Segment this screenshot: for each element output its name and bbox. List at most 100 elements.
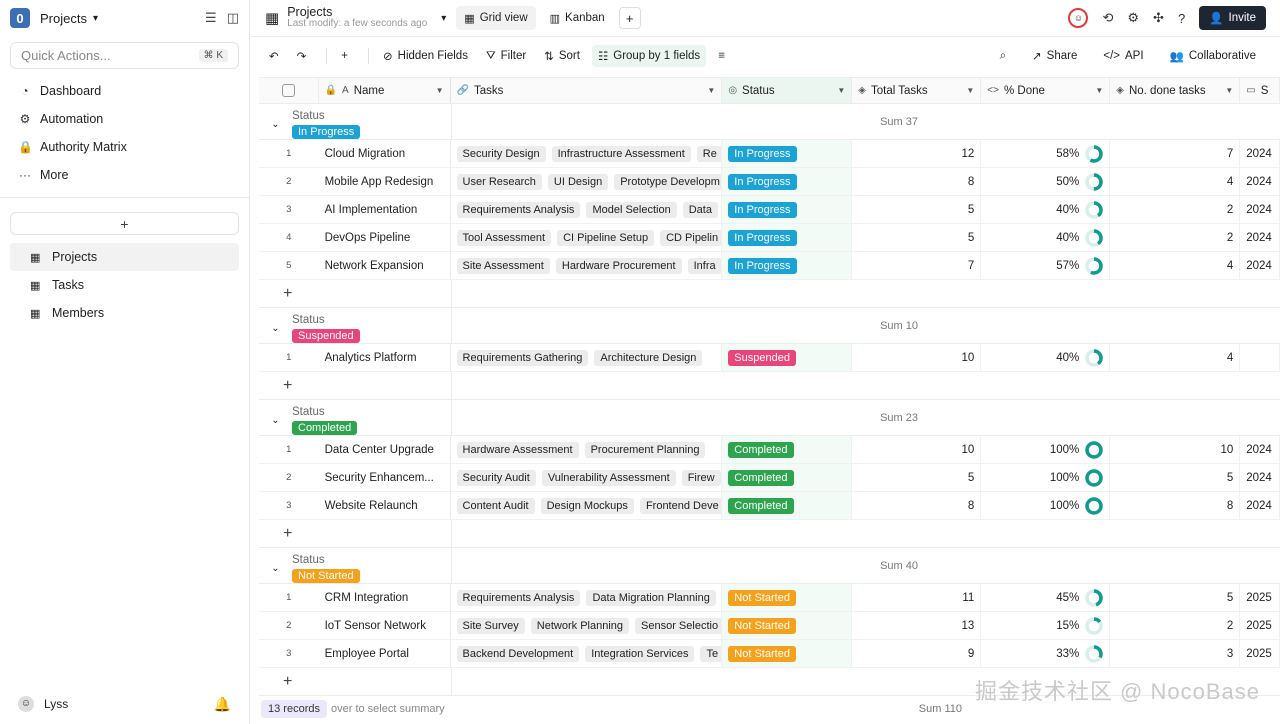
- column-header-date[interactable]: ▭ S: [1240, 78, 1280, 103]
- add-row-button[interactable]: +: [259, 668, 452, 695]
- done-tasks-cell[interactable]: 4: [1110, 252, 1241, 279]
- summary-hint[interactable]: over to select summary: [331, 703, 445, 715]
- search-icon[interactable]: ⌕: [994, 46, 1012, 67]
- date-cell[interactable]: 2024: [1240, 436, 1280, 463]
- tab-kanban[interactable]: ▥ Kanban: [542, 6, 613, 30]
- total-tasks-cell[interactable]: 8: [852, 492, 982, 519]
- column-header-total-tasks[interactable]: ◈ Total Tasks ▼: [852, 78, 982, 103]
- group-header[interactable]: ⌄ Status Completed Sum 23: [259, 400, 1280, 436]
- task-chip[interactable]: Vulnerability Assessment: [541, 469, 676, 486]
- total-tasks-cell[interactable]: 10: [852, 436, 982, 463]
- app-logo[interactable]: 0: [10, 8, 30, 28]
- done-tasks-cell[interactable]: 8: [1110, 492, 1241, 519]
- gear-icon[interactable]: ⚙: [1127, 10, 1139, 26]
- group-header[interactable]: ⌄ Status Suspended Sum 10: [259, 308, 1280, 344]
- column-header-done-tasks[interactable]: ◈ No. done tasks ▼: [1110, 78, 1241, 103]
- done-tasks-cell[interactable]: 2: [1110, 196, 1241, 223]
- filter-button[interactable]: ⛛ Filter: [480, 46, 532, 67]
- date-cell[interactable]: 2024: [1240, 140, 1280, 167]
- group-header[interactable]: ⌄ Status In Progress Sum 37: [259, 104, 1280, 140]
- undo-icon[interactable]: ↶: [263, 45, 285, 67]
- pct-done-cell[interactable]: 100%: [981, 492, 1111, 519]
- task-chip[interactable]: Frontend Deve: [639, 497, 722, 514]
- status-cell[interactable]: Completed: [722, 436, 853, 463]
- done-tasks-cell[interactable]: 7: [1110, 140, 1241, 167]
- task-chip[interactable]: Content Audit: [456, 497, 535, 514]
- tasks-cell[interactable]: Security Audit Vulnerability Assessment Fi…: [451, 464, 723, 491]
- status-cell[interactable]: In Progress: [722, 252, 853, 279]
- tab-grid-view[interactable]: ▦ Grid view: [456, 6, 536, 30]
- total-tasks-cell[interactable]: 13: [852, 612, 982, 639]
- name-cell[interactable]: Analytics Platform: [319, 344, 451, 371]
- sidebar-item-tasks[interactable]: ▦ Tasks: [10, 271, 239, 299]
- pct-done-cell[interactable]: 100%: [981, 464, 1111, 491]
- select-all-checkbox[interactable]: [259, 78, 319, 103]
- task-chip[interactable]: Data: [682, 201, 718, 218]
- date-cell[interactable]: 2025: [1240, 584, 1280, 611]
- table-row[interactable]: 1 Data Center Upgrade Hardware Assessment P…: [259, 436, 1280, 464]
- pct-done-cell[interactable]: 40%: [981, 224, 1111, 251]
- group-header[interactable]: ⌄ Status Not Started Sum 40: [259, 548, 1280, 584]
- done-tasks-cell[interactable]: 2: [1110, 612, 1241, 639]
- avatar[interactable]: ☺: [18, 696, 34, 712]
- pct-done-cell[interactable]: 40%: [981, 344, 1111, 371]
- date-cell[interactable]: 2024: [1240, 196, 1280, 223]
- status-cell[interactable]: In Progress: [722, 168, 853, 195]
- add-row-button[interactable]: +: [259, 372, 452, 399]
- collaborative-button[interactable]: 👥 Collaborative: [1164, 45, 1262, 67]
- quick-actions-input[interactable]: Quick Actions... ⌘ K: [10, 42, 239, 69]
- tasks-cell[interactable]: Requirements Analysis Model Selection Data: [451, 196, 723, 223]
- status-cell[interactable]: Not Started: [722, 612, 853, 639]
- total-tasks-cell[interactable]: 9: [852, 640, 982, 667]
- share-button[interactable]: ↗ Share: [1026, 45, 1083, 67]
- table-row[interactable]: 1 CRM Integration Requirements Analysis Dat…: [259, 584, 1280, 612]
- task-chip[interactable]: Integration Services: [585, 645, 695, 662]
- pct-done-cell[interactable]: 33%: [981, 640, 1111, 667]
- help-icon[interactable]: ?: [1178, 11, 1185, 26]
- name-cell[interactable]: Cloud Migration: [319, 140, 451, 167]
- task-chip[interactable]: Tool Assessment: [456, 229, 552, 246]
- table-row[interactable]: 2 IoT Sensor Network Site Survey Network Pl…: [259, 612, 1280, 640]
- total-tasks-cell[interactable]: 5: [852, 224, 982, 251]
- chevron-down-icon[interactable]: ▼: [436, 86, 444, 95]
- total-tasks-cell[interactable]: 11: [852, 584, 982, 611]
- chevron-down-icon[interactable]: ⌄: [259, 406, 292, 435]
- date-cell[interactable]: 2025: [1240, 612, 1280, 639]
- pct-done-cell[interactable]: 45%: [981, 584, 1111, 611]
- status-cell[interactable]: In Progress: [722, 196, 853, 223]
- date-cell[interactable]: 2025: [1240, 640, 1280, 667]
- task-chip[interactable]: UI Design: [547, 173, 609, 190]
- task-chip[interactable]: CD Pipelin: [660, 229, 722, 246]
- date-cell[interactable]: 2024: [1240, 224, 1280, 251]
- task-chip[interactable]: Infrastructure Assessment: [551, 145, 691, 162]
- puzzle-icon[interactable]: ✣: [1153, 10, 1164, 26]
- nav-dashboard[interactable]: ◔ Dashboard: [0, 77, 249, 105]
- task-chip[interactable]: Prototype Developm: [614, 173, 722, 190]
- status-cell[interactable]: Suspended: [722, 344, 853, 371]
- total-tasks-cell[interactable]: 5: [852, 464, 982, 491]
- pct-done-cell[interactable]: 58%: [981, 140, 1111, 167]
- status-cell[interactable]: Not Started: [722, 640, 853, 667]
- user-name[interactable]: Lyss: [44, 697, 68, 711]
- status-cell[interactable]: Completed: [722, 492, 853, 519]
- table-title-block[interactable]: Projects Last modify: a few seconds ago: [287, 6, 427, 30]
- task-chip[interactable]: Hardware Assessment: [456, 441, 579, 458]
- tasks-cell[interactable]: Requirements Analysis Data Migration Plan…: [451, 584, 723, 611]
- task-chip[interactable]: Security Audit: [456, 469, 536, 486]
- tasks-cell[interactable]: Requirements Gathering Architecture Desig…: [451, 344, 723, 371]
- table-row[interactable]: 1 Cloud Migration Security Design Infrastru…: [259, 140, 1280, 168]
- name-cell[interactable]: Data Center Upgrade: [319, 436, 451, 463]
- task-chip[interactable]: User Research: [456, 173, 542, 190]
- sort-button[interactable]: ⇅ Sort: [538, 45, 586, 67]
- tasks-cell[interactable]: Backend Development Integration Services T…: [451, 640, 723, 667]
- status-cell[interactable]: In Progress: [722, 140, 853, 167]
- date-cell[interactable]: 2024: [1240, 252, 1280, 279]
- task-chip[interactable]: Site Survey: [456, 617, 525, 634]
- table-row[interactable]: 5 Network Expansion Site Assessment Hardwar…: [259, 252, 1280, 280]
- chevron-down-icon[interactable]: ▼: [1225, 86, 1233, 95]
- chevron-down-icon[interactable]: ▼: [837, 86, 845, 95]
- history-icon[interactable]: ⟲: [1102, 10, 1113, 26]
- total-sum[interactable]: Sum 110: [919, 703, 962, 715]
- name-cell[interactable]: Network Expansion: [319, 252, 451, 279]
- name-cell[interactable]: CRM Integration: [319, 584, 451, 611]
